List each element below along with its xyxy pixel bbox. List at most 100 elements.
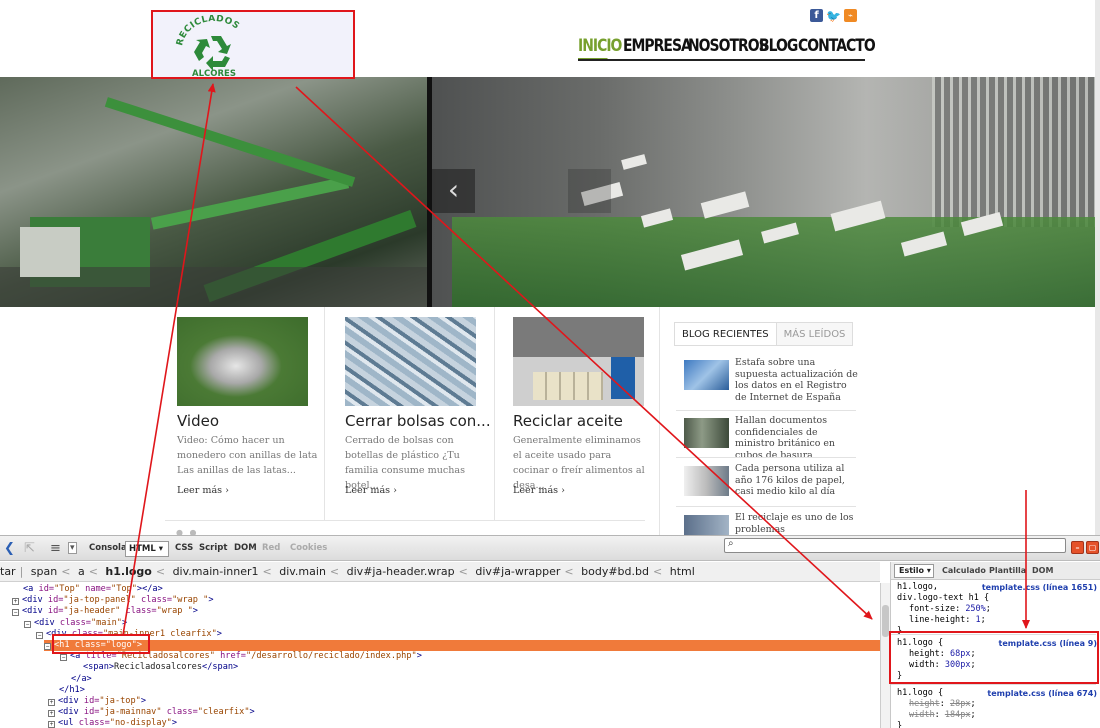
firebug-panel: ❮ ⇱ ≡ ▾ Consola HTML ▾ CSS Script DOM Re…: [0, 535, 1100, 728]
article-title[interactable]: Video: [177, 412, 219, 430]
tab-calculado[interactable]: Calculado: [942, 566, 986, 575]
site-logo[interactable]: RECICLADOS ALCORES: [152, 11, 354, 78]
expand-toggle-icon[interactable]: −: [24, 620, 31, 628]
tree-row[interactable]: </a>: [60, 674, 92, 685]
breadcrumb-item[interactable]: a: [78, 565, 85, 578]
blog-thumbnail[interactable]: [684, 466, 729, 496]
tab-side-dom[interactable]: DOM: [1032, 566, 1053, 575]
tree-row[interactable]: + <div id="ja-mainnav" class="clearfix">: [48, 707, 255, 718]
tab-css[interactable]: CSS: [175, 543, 193, 553]
expand-toggle-icon[interactable]: +: [48, 710, 55, 718]
tree-row[interactable]: <a id="Top" name="Top"></a>: [12, 584, 163, 595]
expand-toggle-icon[interactable]: +: [12, 598, 19, 606]
tree-row[interactable]: </h1>: [48, 685, 85, 696]
inspect-icon[interactable]: ⇱: [24, 541, 35, 556]
breadcrumb-item[interactable]: body#bd.bd: [581, 565, 649, 578]
blog-item-title[interactable]: Estafa sobre una supuesta actualización …: [735, 357, 859, 403]
tree-row[interactable]: − <a title="Recicladosalcores" href="/des…: [60, 651, 422, 662]
blog-thumbnail[interactable]: [684, 360, 729, 390]
css-source-link[interactable]: template.css (línea 9): [999, 638, 1097, 649]
css-property[interactable]: height: 68px;: [897, 649, 1097, 660]
expand-toggle-icon[interactable]: −: [36, 631, 43, 639]
tab-mas-leidos[interactable]: MÁS LEÍDOS: [776, 322, 854, 346]
css-rule[interactable]: template.css (línea 674) h1.logo {height:…: [897, 688, 1097, 728]
slide-next-button[interactable]: [568, 169, 611, 213]
tab-consola[interactable]: Consola: [89, 543, 127, 553]
breadcrumb-item[interactable]: div.main: [279, 565, 326, 578]
tab-estilo[interactable]: Estilo ▾: [894, 564, 934, 578]
css-property[interactable]: font-size: 250%;: [897, 604, 1097, 615]
breadcrumb-item[interactable]: tar: [0, 565, 16, 578]
nav-inicio[interactable]: INICIO: [578, 36, 622, 60]
breadcrumb-item[interactable]: span: [31, 565, 57, 578]
tree-row-markup: <a id="Top" name="Top"></a>: [23, 584, 163, 594]
nav-nosotros[interactable]: NOSOTROS: [688, 36, 769, 60]
css-property[interactable]: width: 184px;: [897, 710, 1097, 721]
expand-toggle-icon[interactable]: −: [12, 609, 19, 617]
tab-plantilla[interactable]: Plantilla: [989, 566, 1026, 575]
tree-row-selected[interactable]: − <h1 class="logo">: [44, 640, 880, 651]
read-more-link[interactable]: Leer más ›: [513, 485, 565, 496]
nav-empresa[interactable]: EMPRESA: [623, 36, 692, 60]
breadcrumb-current[interactable]: h1.logo: [105, 565, 151, 578]
css-property[interactable]: width: 300px;: [897, 660, 1097, 671]
expand-toggle-icon[interactable]: +: [48, 699, 55, 706]
slide-prev-button[interactable]: ‹: [432, 169, 475, 213]
tab-red[interactable]: Red: [262, 543, 280, 553]
css-source-link[interactable]: template.css (línea 674): [987, 688, 1097, 699]
dropdown-icon[interactable]: ▾: [68, 542, 77, 554]
expand-toggle-icon[interactable]: −: [44, 643, 51, 650]
tree-row[interactable]: + <ul class="no-display">: [48, 718, 177, 728]
rss-icon[interactable]: ⌁: [844, 9, 857, 22]
breadcrumb-item[interactable]: html: [670, 565, 695, 578]
search-input[interactable]: ⌕: [724, 538, 1066, 553]
nav-contacto[interactable]: CONTACTO: [798, 36, 876, 60]
tab-cookies[interactable]: Cookies: [290, 543, 327, 553]
tree-row[interactable]: + <div id="ja-top-panel" class="wrap ">: [12, 595, 214, 606]
tab-script[interactable]: Script: [199, 543, 227, 553]
tree-row-markup: <div class="main">: [34, 617, 128, 628]
article-image[interactable]: [513, 317, 644, 406]
article-image[interactable]: [177, 317, 308, 406]
blog-item-title[interactable]: Hallan documentos confidenciales de mini…: [735, 415, 859, 461]
article-title[interactable]: Cerrar bolsas con...: [345, 412, 491, 430]
read-more-link[interactable]: Leer más ›: [345, 485, 397, 496]
expand-toggle-icon[interactable]: +: [48, 721, 55, 728]
css-rule[interactable]: template.css (línea 1651) h1.logo, div.lo…: [897, 582, 1097, 637]
facebook-icon[interactable]: f: [810, 9, 823, 22]
css-source-link[interactable]: template.css (línea 1651): [982, 582, 1097, 593]
detach-icon[interactable]: ▢: [1086, 541, 1099, 554]
breadcrumb-item[interactable]: div#ja-header.wrap: [347, 565, 455, 578]
css-property[interactable]: height: 28px;: [897, 699, 1097, 710]
tree-row[interactable]: − <div class="main">: [24, 618, 127, 629]
tree-row[interactable]: − <div class="main-inner1 clearfix">: [36, 629, 222, 640]
breadcrumb-item[interactable]: div.main-inner1: [173, 565, 259, 578]
article-title[interactable]: Reciclar aceite: [513, 412, 623, 430]
tree-scrollbar[interactable]: [880, 583, 890, 728]
blog-item-title[interactable]: Cada persona utiliza al año 176 kilos de…: [735, 463, 859, 498]
minimize-icon[interactable]: –: [1071, 541, 1084, 554]
tab-html[interactable]: HTML ▾: [125, 541, 169, 557]
tree-row[interactable]: − <div id="ja-header" class="wrap ">: [12, 606, 198, 617]
blog-thumbnail[interactable]: [684, 418, 729, 448]
tab-blog-recientes[interactable]: BLOG RECIENTES: [674, 322, 777, 346]
menu-icon[interactable]: ≡: [50, 541, 61, 556]
css-property[interactable]: line-height: 1;: [897, 615, 1097, 626]
back-icon[interactable]: ❮: [4, 541, 15, 556]
tab-dom[interactable]: DOM: [234, 543, 257, 553]
twitter-icon[interactable]: 🐦: [826, 9, 841, 23]
firebug-toolbar: ❮ ⇱ ≡ ▾ Consola HTML ▾ CSS Script DOM Re…: [0, 536, 1100, 561]
read-more-link[interactable]: Leer más ›: [177, 485, 229, 496]
tree-row[interactable]: <span>Recicladosalcores</span>: [72, 662, 238, 673]
recycle-logo-icon: RECICLADOS ALCORES: [175, 15, 240, 77]
breadcrumb-item[interactable]: div#ja-wrapper: [475, 565, 560, 578]
tree-row-markup: <h1 class="logo">: [54, 640, 142, 650]
page-scrollbar[interactable]: [1095, 0, 1100, 540]
blog-panel: BLOG RECIENTES MÁS LEÍDOS Estafa sobre u…: [659, 307, 870, 546]
article-image[interactable]: [345, 317, 476, 406]
tree-row[interactable]: + <div id="ja-top">: [48, 696, 146, 707]
nav-blog[interactable]: BLOG: [759, 36, 798, 60]
css-rule[interactable]: template.css (línea 9) h1.logo {height: 6…: [897, 638, 1097, 682]
scrollbar-thumb[interactable]: [882, 605, 889, 637]
expand-toggle-icon[interactable]: −: [60, 654, 67, 662]
